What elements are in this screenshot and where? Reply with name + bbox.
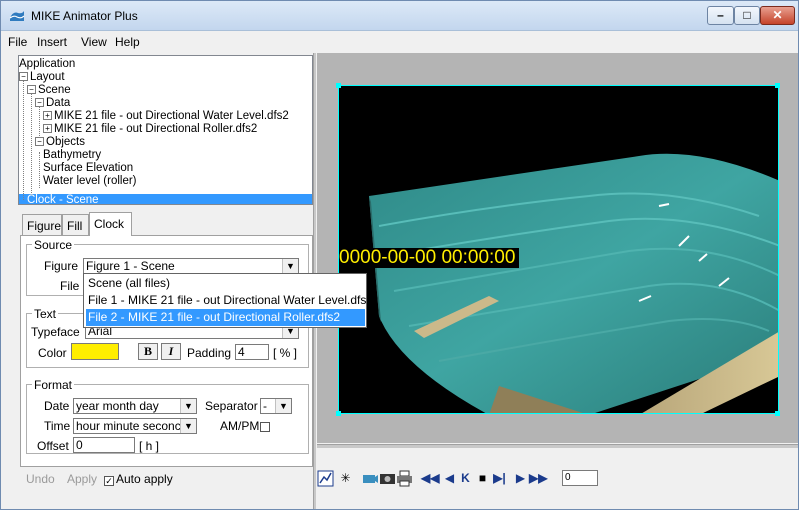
close-button[interactable]: ✕ [760, 6, 795, 25]
figure-select[interactable]: Figure 1 - Scene ▼ [83, 258, 299, 274]
file-label: File [60, 279, 80, 293]
layout-tree[interactable]: Application − Layout − Scene − Data + MIKE 2… [18, 55, 313, 205]
tree-item-scene[interactable]: − Scene [27, 84, 71, 97]
source-legend: Source [32, 238, 75, 252]
tree-item-application[interactable]: Application [19, 58, 75, 71]
dropdown-option-scene[interactable]: Scene (all files) [86, 275, 365, 292]
expand-icon[interactable]: + [43, 124, 52, 133]
resize-handle[interactable] [775, 411, 780, 416]
separator-label: Separator [205, 399, 258, 413]
stop-icon[interactable]: ■ [474, 470, 491, 487]
expand-icon[interactable]: + [43, 111, 52, 120]
first-frame-icon[interactable]: ◀◀ [421, 470, 439, 487]
format-legend: Format [32, 378, 75, 392]
clock-overlay: 0000-00-00 00:00:00 [339, 248, 520, 268]
print-icon[interactable] [396, 470, 413, 487]
step-back-icon[interactable]: ◀ [441, 470, 458, 487]
close-icon: ✕ [772, 8, 783, 22]
apply-button[interactable]: Apply [67, 472, 97, 486]
animation-toolbar: ✳ ◀◀ ◀ K ■ ▶| ▶ ▶▶ 0 [317, 448, 798, 509]
tree-item-layout[interactable]: − Layout [19, 71, 65, 84]
menu-bar: File Insert View Help [1, 32, 798, 52]
tree-guide-line [39, 152, 40, 188]
padding-input[interactable]: 4 [235, 344, 269, 360]
tree-item-water-level-roller[interactable]: Water level (roller) [43, 175, 137, 188]
play-icon[interactable]: ▶ [512, 470, 529, 487]
tree-guide-line [23, 76, 24, 200]
window-title: MIKE Animator Plus [31, 9, 138, 23]
maximize-button[interactable]: □ [734, 6, 760, 25]
app-window: MIKE Animator Plus – □ ✕ File Insert Vie… [0, 0, 799, 510]
last-frame-icon[interactable]: ▶▶ [529, 470, 547, 487]
photo-icon[interactable] [379, 470, 396, 487]
chevron-down-icon: ▼ [282, 259, 298, 273]
collapse-icon[interactable]: − [35, 98, 44, 107]
offset-unit: [ h ] [139, 439, 160, 453]
chevron-down-icon: ▼ [275, 399, 291, 413]
padding-unit: [ % ] [273, 346, 298, 360]
tree-item-water-level-file[interactable]: + MIKE 21 file - out Directional Water Le… [43, 110, 289, 123]
collapse-icon[interactable]: − [19, 72, 28, 81]
separator-select[interactable]: - ▼ [260, 398, 292, 414]
previous-frame-icon[interactable]: K [457, 470, 474, 487]
resize-handle[interactable] [336, 83, 341, 88]
tab-clock[interactable]: Clock [89, 212, 132, 236]
padding-label: Padding [187, 346, 232, 360]
menu-insert[interactable]: Insert [37, 35, 67, 49]
checkmark-icon: ✓ [104, 476, 114, 486]
menu-help[interactable]: Help [115, 35, 140, 49]
resize-handle[interactable] [336, 411, 341, 416]
tree-item-data[interactable]: − Data [35, 97, 70, 110]
time-label: Time [44, 419, 71, 433]
offset-label: Offset [37, 439, 69, 453]
offset-input[interactable]: 0 [73, 437, 135, 453]
tree-item-surface-elevation[interactable]: Surface Elevation [43, 162, 133, 175]
menu-file[interactable]: File [8, 35, 27, 49]
chevron-down-icon: ▼ [180, 399, 196, 413]
date-label: Date [44, 399, 70, 413]
menu-view[interactable]: View [81, 35, 107, 49]
italic-button[interactable]: I [161, 343, 181, 360]
checkbox-icon [260, 422, 270, 432]
text-legend: Text [32, 307, 59, 321]
undo-button[interactable]: Undo [26, 472, 55, 486]
tree-item-objects[interactable]: − Objects [35, 136, 85, 149]
dropdown-option-file-1[interactable]: File 1 - MIKE 21 file - out Directional … [86, 292, 373, 309]
tree-guide-line [31, 89, 32, 195]
color-label: Color [38, 346, 67, 360]
bold-button[interactable]: B [138, 343, 158, 360]
minimize-button[interactable]: – [707, 6, 734, 25]
color-swatch[interactable] [71, 343, 119, 360]
ampm-checkbox[interactable] [260, 420, 272, 434]
maximize-icon: □ [743, 8, 751, 22]
asterisk-icon[interactable]: ✳ [337, 470, 354, 487]
title-bar[interactable]: MIKE Animator Plus – □ ✕ [1, 1, 798, 31]
tree-item-roller-file[interactable]: + MIKE 21 file - out Directional Roller.d… [43, 123, 257, 136]
ampm-label: AM/PM [220, 419, 260, 433]
resize-handle[interactable] [775, 83, 780, 88]
collapse-icon[interactable]: − [27, 85, 36, 94]
auto-apply-checkbox[interactable]: ✓ Auto apply [104, 472, 173, 486]
file-dropdown-list: Scene (all files) File 1 - MIKE 21 file … [83, 273, 373, 328]
minimize-icon: – [717, 8, 724, 22]
chart-icon[interactable] [317, 470, 334, 487]
collapse-icon[interactable]: − [35, 137, 44, 146]
date-format-select[interactable]: year month day ▼ [73, 398, 197, 414]
chevron-down-icon: ▼ [180, 419, 196, 433]
dropdown-option-file-2[interactable]: File 2 - MIKE 21 file - out Directional … [86, 309, 365, 326]
tree-item-bathymetry[interactable]: Bathymetry [43, 149, 101, 162]
frame-input[interactable]: 0 [562, 470, 598, 486]
figure-label: Figure [44, 259, 79, 273]
camera-icon[interactable] [362, 470, 379, 487]
typeface-label: Typeface [31, 325, 80, 339]
tab-figure[interactable]: Figure [22, 214, 62, 236]
app-logo-icon [9, 11, 25, 21]
next-frame-icon[interactable]: ▶| [491, 470, 508, 487]
scene-canvas[interactable]: 0000-00-00 00:00:00 [338, 85, 779, 414]
time-format-select[interactable]: hour minute seconc ▼ [73, 418, 197, 434]
tab-fill[interactable]: Fill [62, 214, 89, 236]
tree-item-clock-scene[interactable]: Clock - Scene [27, 194, 99, 204]
